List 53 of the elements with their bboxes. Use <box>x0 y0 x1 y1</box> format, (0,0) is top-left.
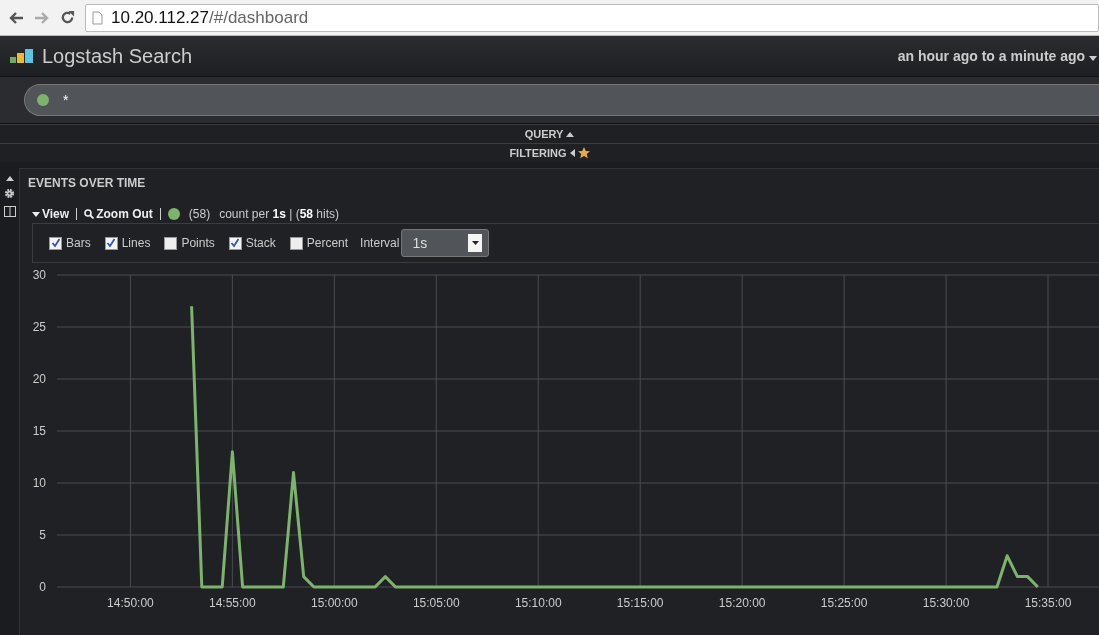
collapse-icon[interactable] <box>5 176 14 181</box>
caret-down-icon <box>471 241 479 245</box>
x-axis-label: 15:10:00 <box>514 596 562 610</box>
y-axis-label: 15 <box>32 424 46 438</box>
page-icon <box>92 10 103 25</box>
timespan-dropdown[interactable]: an hour ago to a minute ago <box>897 48 1099 64</box>
app-title: Logstash Search <box>42 44 193 68</box>
caret-left-icon <box>569 149 575 157</box>
series-count: (58) <box>188 207 211 221</box>
y-axis-label: 0 <box>39 580 46 594</box>
x-axis-label: 15:25:00 <box>820 596 868 610</box>
x-axis-label: 15:00:00 <box>310 596 358 610</box>
caret-up-icon <box>566 131 575 137</box>
chart-option-checkbox[interactable]: Points <box>164 236 215 250</box>
zoom-icon <box>84 209 95 219</box>
interval-select[interactable]: 1s <box>401 229 490 257</box>
collapsible-row-toggle[interactable]: FILTERING <box>509 147 590 159</box>
settings-icon[interactable] <box>4 188 15 199</box>
checkmark-icon <box>230 238 241 248</box>
view-toggle[interactable]: View <box>32 207 70 221</box>
chart-option-checkbox[interactable]: Percent <box>289 236 349 250</box>
collapsible-row-toggle[interactable]: QUERY <box>524 128 575 140</box>
checkmark-icon <box>106 238 117 248</box>
caret-down-icon <box>32 211 40 217</box>
hits-summary: count per 1s | (58 hits) <box>219 207 340 221</box>
checkmark-icon <box>50 238 61 248</box>
url-text: 10.20.112.27/#/dashboard <box>111 7 309 28</box>
chart-option-checkbox[interactable]: Bars <box>49 236 91 250</box>
zoom-out-button[interactable]: Zoom Out <box>84 207 153 221</box>
x-axis-label: 15:15:00 <box>616 596 664 610</box>
panel-title: EVENTS OVER TIME <box>27 175 147 192</box>
x-axis-label: 15:35:00 <box>1024 596 1072 610</box>
x-axis-label: 14:55:00 <box>209 596 256 610</box>
logo-icon <box>10 48 36 64</box>
interval-label: Interval <box>360 236 400 250</box>
query-field[interactable]: * <box>24 84 1099 116</box>
columns-icon[interactable] <box>3 206 16 217</box>
y-axis-label: 30 <box>32 268 46 282</box>
reload-icon[interactable] <box>60 10 75 25</box>
caret-down-icon <box>1089 56 1097 61</box>
address-bar[interactable]: 10.20.112.27/#/dashboard <box>85 3 1099 32</box>
chart-option-checkbox[interactable]: Lines <box>104 236 151 250</box>
y-axis-label: 25 <box>32 320 46 334</box>
y-axis-label: 5 <box>39 528 46 542</box>
y-axis-label: 20 <box>32 372 46 386</box>
x-axis-label: 15:30:00 <box>922 596 970 610</box>
chart-option-checkbox[interactable]: Stack <box>228 236 276 250</box>
star-icon <box>577 147 590 159</box>
y-axis-label: 10 <box>32 476 46 490</box>
x-axis-label: 14:50:00 <box>107 596 154 610</box>
back-icon[interactable] <box>8 10 24 25</box>
x-axis-label: 15:05:00 <box>412 596 460 610</box>
x-axis-label: 15:20:00 <box>718 596 766 610</box>
